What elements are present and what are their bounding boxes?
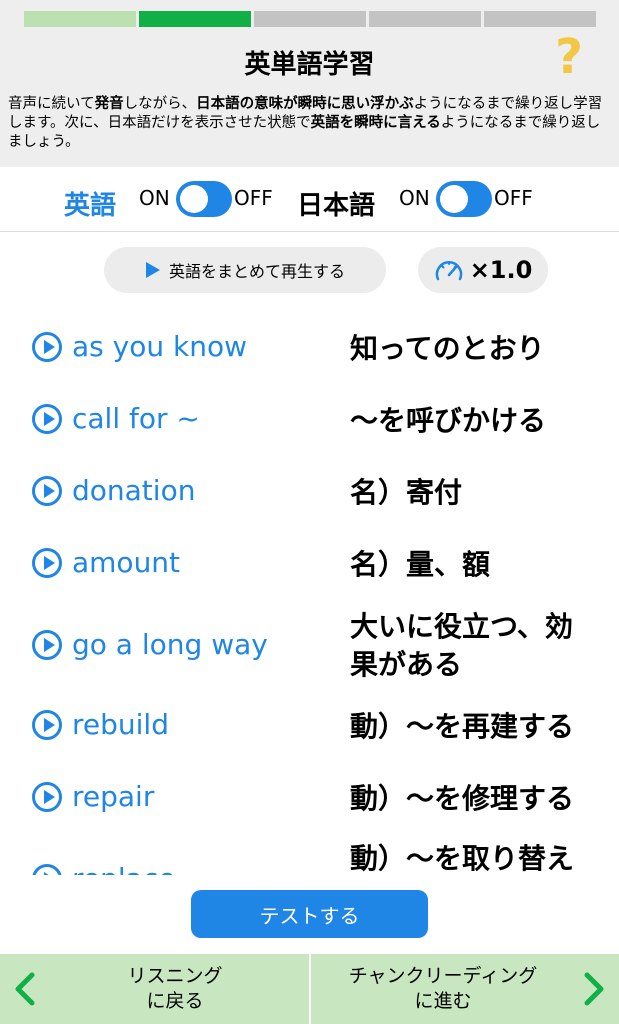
vocab-english-play[interactable]: amount [32,546,180,579]
toggle-knob [180,185,208,213]
japanese-on-label: ON [399,186,430,210]
next-label-line2: に進む [414,990,472,1012]
bottom-navigation: リスニング に戻る チャンクリーディング に進む [0,954,619,1024]
page-title: 英単語学習 [244,50,375,80]
vocab-english-play[interactable]: as you know [32,330,247,363]
speed-label: ×1.0 [469,256,533,284]
progress-segment [484,11,596,27]
play-all-english-button[interactable]: 英語をまとめて再生する [104,247,386,293]
vocab-japanese: 動）～を修理する [350,782,575,815]
play-circle-icon[interactable] [32,475,62,506]
play-icon [145,262,160,278]
vocab-english: call for ~ [72,402,200,435]
play-circle-icon[interactable] [32,547,62,578]
progress-segment [254,11,366,27]
back-label-line2: に戻る [146,990,204,1012]
play-all-label: 英語をまとめて再生する [168,262,345,281]
japanese-off-label: OFF [494,186,533,210]
speedometer-icon [435,261,462,281]
vocab-japanese: 大いに役立つ、効果がある [350,610,573,681]
vocab-japanese: 名）寄付 [350,476,463,509]
play-circle-icon[interactable] [32,331,62,362]
vocab-english-play[interactable]: go a long way [32,628,268,661]
vocab-english: donation [72,474,196,507]
play-circle-icon[interactable] [32,403,62,434]
english-on-label: ON [139,186,170,210]
vocab-english-play[interactable]: call for ~ [32,402,200,435]
vocab-list[interactable]: as you know 知ってのとおり call for ~ ～を呼びかける d… [0,310,619,875]
japanese-toggle-label: 日本語 [297,191,376,221]
divider [309,954,311,1024]
progress-segment [369,11,481,27]
play-circle-icon[interactable] [32,629,62,660]
vocab-english: as you know [72,330,247,363]
chevron-right-icon[interactable] [573,969,613,1009]
vocab-japanese: 動）～を取り替え [350,842,575,875]
play-circle-icon[interactable] [32,863,62,875]
progress-bar [24,11,596,27]
english-off-label: OFF [234,186,273,210]
japanese-toggle-switch[interactable] [436,181,492,217]
vocab-english-play[interactable]: repair [32,780,154,813]
vocab-english: rebuild [72,708,169,741]
back-label-line1: リスニング [127,965,223,987]
question-mark-icon[interactable]: ? [551,30,587,84]
play-circle-icon[interactable] [32,709,62,740]
instructions-text: 音声に続いて発音しながら、日本語の意味が瞬時に思い浮かぶようになるまで繰り返し学… [8,96,603,150]
progress-segment [24,11,136,27]
english-toggle-switch[interactable] [176,181,232,217]
vocab-english-play[interactable]: rebuild [32,708,169,741]
vocab-english: repair [72,780,155,813]
header: 英単語学習 ? 音声に続いて発音しながら、日本語の意味が瞬時に思い浮かぶようにな… [0,0,619,167]
vocab-japanese: 動）～を再建する [350,710,575,743]
vocab-japanese: 名）量、額 [350,548,491,581]
test-button[interactable]: テストする [191,890,428,938]
vocab-english: amount [72,546,181,579]
chevron-left-icon[interactable] [6,969,46,1009]
vocab-english: replace [72,862,175,875]
vocab-english-play[interactable]: donation [32,474,195,507]
play-circle-icon[interactable] [32,781,62,812]
playback-speed-button[interactable]: ×1.0 [418,247,548,293]
vocab-japanese: 知ってのとおり [350,332,545,365]
go-to-chunk-reading-button[interactable]: チャンクリーディング に進む [318,964,568,1014]
toggle-knob [440,185,468,213]
next-label-line1: チャンクリーディング [348,965,538,987]
vocab-japanese: ～を呼びかける [350,404,547,437]
vocab-english-play[interactable]: replace [32,862,175,875]
english-toggle-label: 英語 [64,191,117,221]
progress-segment-current [139,11,251,27]
back-to-listening-button[interactable]: リスニング に戻る [50,964,300,1014]
vocab-english: go a long way [72,628,268,661]
